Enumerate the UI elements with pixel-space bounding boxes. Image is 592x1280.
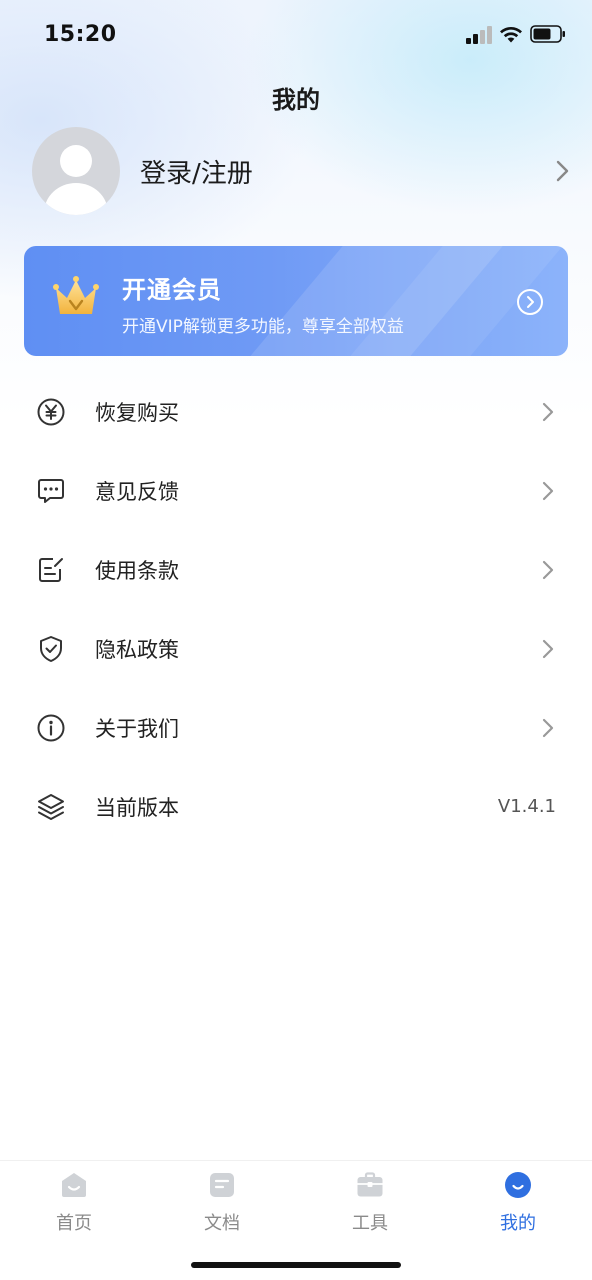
version-value: V1.4.1 (497, 796, 556, 817)
chevron-right-icon (542, 560, 554, 579)
tab-profile[interactable]: 我的 (458, 1171, 578, 1245)
menu-item-feedback[interactable]: 意见反馈 (0, 451, 592, 530)
edit-document-icon (39, 557, 63, 582)
tab-documents[interactable]: 文档 (162, 1171, 282, 1245)
status-time: 15:20 (44, 22, 117, 47)
status-bar: 15:20 (0, 0, 592, 72)
document-icon (210, 1173, 234, 1197)
menu-item-current-version: 当前版本 V1.4.1 (0, 767, 592, 846)
menu-item-label: 意见反馈 (95, 479, 179, 504)
tab-tools[interactable]: 工具 (310, 1171, 430, 1245)
profile-smile-icon (505, 1172, 531, 1198)
menu-item-label: 使用条款 (95, 558, 179, 583)
crown-icon (53, 276, 99, 314)
chevron-right-icon (542, 481, 554, 500)
cellular-signal-icon (466, 26, 494, 44)
home-indicator[interactable] (191, 1262, 401, 1268)
login-register-row[interactable]: 登录/注册 (32, 126, 572, 216)
info-icon (37, 714, 65, 741)
menu-item-terms-of-use[interactable]: 使用条款 (0, 530, 592, 609)
login-register-label[interactable]: 登录/注册 (140, 153, 552, 190)
battery-icon (530, 25, 565, 43)
menu-item-label: 隐私政策 (95, 637, 179, 662)
vip-subtitle: 开通VIP解锁更多功能，尊享全部权益 (122, 317, 404, 337)
wifi-icon (500, 26, 522, 43)
menu-item-about-us[interactable]: 关于我们 (0, 688, 592, 767)
tab-home[interactable]: 首页 (14, 1171, 134, 1245)
menu-item-label: 关于我们 (95, 716, 179, 741)
toolbox-icon (357, 1172, 383, 1197)
menu-item-label: 恢复购买 (95, 400, 179, 425)
tab-label: 工具 (352, 1213, 388, 1234)
vip-membership-card[interactable]: 开通会员 开通VIP解锁更多功能，尊享全部权益 (24, 246, 568, 356)
menu-item-privacy-policy[interactable]: 隐私政策 (0, 609, 592, 688)
page-title: 我的 (272, 86, 320, 114)
chevron-right-icon (542, 718, 554, 737)
yen-icon (37, 398, 65, 425)
tab-label: 首页 (56, 1213, 92, 1234)
chat-bubble-icon (38, 478, 64, 503)
chevron-right-icon (542, 402, 554, 421)
tab-label: 文档 (204, 1213, 240, 1234)
layers-icon (38, 793, 64, 820)
menu-item-label: 当前版本 (95, 795, 179, 820)
chevron-right-icon (556, 160, 569, 182)
settings-menu: 恢复购买 意见反馈 使用条款 隐私政策 关于我们 当前版本 V1.4.1 (0, 372, 592, 846)
shield-check-icon (40, 635, 62, 662)
chevron-right-icon (542, 639, 554, 658)
home-icon (62, 1173, 86, 1197)
vip-title: 开通会员 (122, 276, 222, 304)
menu-item-restore-purchase[interactable]: 恢复购买 (0, 372, 592, 451)
circle-arrow-right-icon[interactable] (516, 288, 544, 316)
tab-label: 我的 (500, 1213, 536, 1234)
default-avatar-icon[interactable] (32, 127, 120, 215)
